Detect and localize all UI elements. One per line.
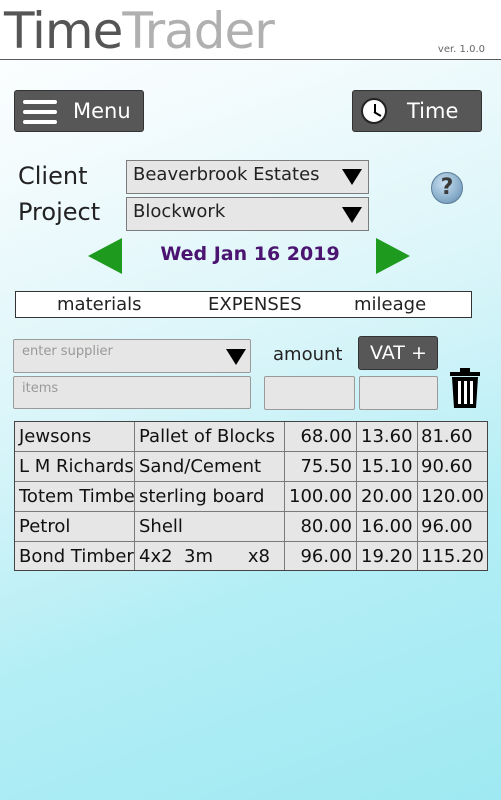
- version-label: ver. 1.0.0: [437, 44, 485, 55]
- item-cell: Shell: [135, 512, 285, 541]
- chevron-down-icon: [342, 169, 362, 185]
- app-header: TimeTrader ver. 1.0.0: [0, 0, 501, 60]
- menu-button-label: Menu: [73, 99, 131, 123]
- amount-cell: 80.00: [285, 512, 357, 541]
- tab-expenses[interactable]: EXPENSES: [208, 294, 302, 315]
- total-cell: 96.00: [421, 516, 473, 537]
- vat-cell: 13.60: [357, 422, 418, 451]
- supplier-cell: Totem Timber: [15, 482, 135, 511]
- vat-button-label: VAT +: [370, 342, 427, 364]
- vat-cell: 15.10: [357, 452, 418, 481]
- vat-cell: 16.00: [357, 512, 418, 541]
- clock-icon: [361, 98, 387, 124]
- table-row[interactable]: Bond Timber 4x2 3m x8 96.00 19.20 115.20: [15, 542, 487, 570]
- amount-cell: 68.00: [285, 422, 357, 451]
- vat-button[interactable]: VAT +: [358, 336, 438, 370]
- supplier-cell: Petrol: [15, 512, 135, 541]
- total-cell: 115.20: [421, 546, 484, 567]
- amount-cell: 75.50: [285, 452, 357, 481]
- current-date: Wed Jan 16 2019: [160, 243, 340, 265]
- expenses-table: Jewsons Pallet of Blocks 68.00 13.60 81.…: [14, 421, 488, 571]
- prev-date-arrow-icon[interactable]: [88, 238, 122, 274]
- chevron-down-icon: [226, 349, 246, 365]
- item-cell: Pallet of Blocks: [135, 422, 285, 451]
- amount-input[interactable]: [264, 376, 355, 410]
- time-button-label: Time: [407, 99, 459, 123]
- client-select[interactable]: Beaverbrook Estates: [126, 160, 369, 194]
- items-placeholder: items: [22, 381, 59, 396]
- hamburger-icon: [23, 100, 57, 124]
- time-button[interactable]: Time: [352, 90, 482, 132]
- vat-cell: 20.00: [357, 482, 418, 511]
- vat-cell: 19.20: [357, 542, 418, 570]
- supplier-cell: Bond Timber: [15, 542, 135, 570]
- category-tabs: materials EXPENSES mileage: [15, 291, 472, 318]
- vat-input[interactable]: [359, 376, 438, 410]
- item-cell: 4x2 3m x8: [135, 542, 285, 570]
- amount-cell: 96.00: [285, 542, 357, 570]
- project-select[interactable]: Blockwork: [126, 197, 369, 231]
- item-cell: sterling board: [135, 482, 285, 511]
- project-label: Project: [18, 198, 101, 226]
- table-row[interactable]: Petrol Shell 80.00 16.00 96.00: [15, 512, 487, 542]
- item-cell: Sand/Cement: [135, 452, 285, 481]
- menu-button[interactable]: Menu: [14, 90, 144, 132]
- project-value: Blockwork: [133, 201, 226, 222]
- trash-icon[interactable]: [449, 368, 481, 408]
- table-row[interactable]: L M Richards Sand/Cement 75.50 15.10 90.…: [15, 452, 487, 482]
- tab-mileage[interactable]: mileage: [354, 294, 426, 315]
- items-input[interactable]: items: [13, 376, 251, 409]
- client-label: Client: [18, 162, 88, 190]
- supplier-placeholder: enter supplier: [22, 344, 113, 359]
- app-logo: TimeTrader: [4, 2, 275, 60]
- supplier-select[interactable]: enter supplier: [13, 339, 251, 373]
- next-date-arrow-icon[interactable]: [376, 238, 410, 274]
- chevron-down-icon: [342, 207, 362, 223]
- client-value: Beaverbrook Estates: [133, 164, 320, 185]
- total-cell: 81.60: [421, 426, 473, 447]
- help-icon[interactable]: ?: [431, 172, 463, 204]
- table-row[interactable]: Totem Timber sterling board 100.00 20.00…: [15, 482, 487, 512]
- supplier-cell: L M Richards: [15, 452, 135, 481]
- table-row[interactable]: Jewsons Pallet of Blocks 68.00 13.60 81.…: [15, 422, 487, 452]
- supplier-cell: Jewsons: [15, 422, 135, 451]
- total-cell: 120.00: [421, 486, 484, 507]
- header-divider: [0, 59, 501, 60]
- amount-label: amount: [273, 344, 343, 365]
- tab-materials[interactable]: materials: [57, 294, 142, 315]
- total-cell: 90.60: [421, 456, 473, 477]
- amount-cell: 100.00: [285, 482, 357, 511]
